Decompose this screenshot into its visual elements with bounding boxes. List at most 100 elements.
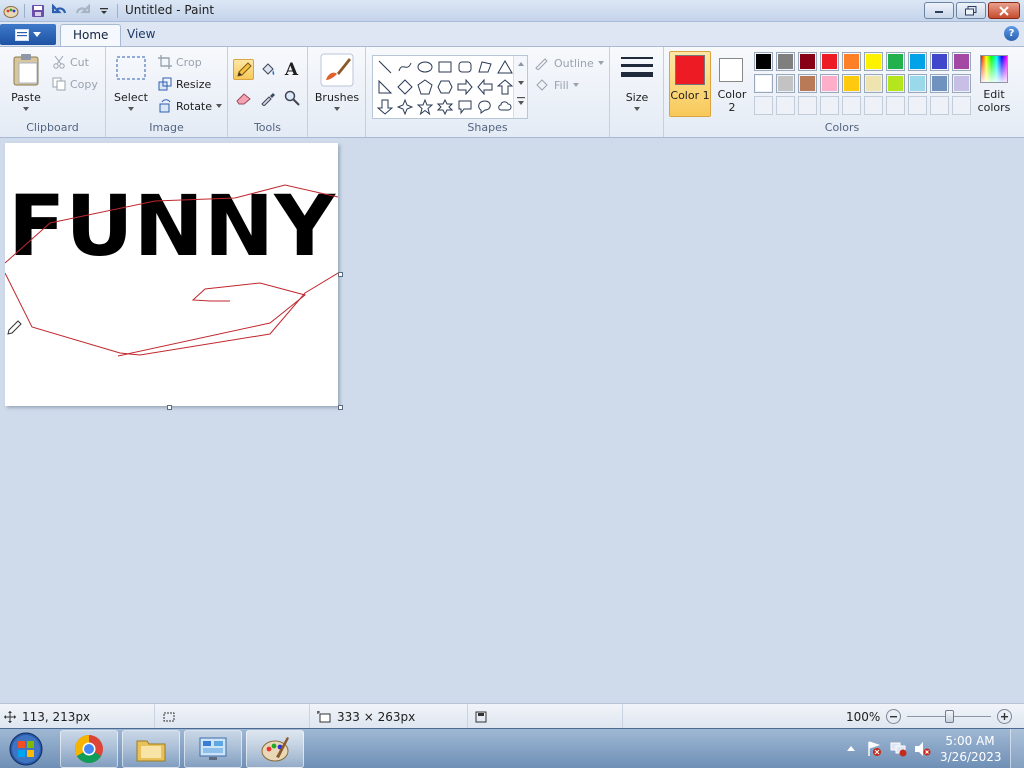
help-icon[interactable]: ? [1004,26,1019,41]
crop-button[interactable]: Crop [158,52,202,72]
volume-muted-icon[interactable] [914,741,932,760]
magnifier-tool[interactable] [281,87,302,108]
shape-triangle[interactable] [495,57,515,77]
canvas-area[interactable]: FUNNY! [0,138,1024,703]
tab-home[interactable]: Home [60,24,122,46]
minimize-button[interactable] [924,2,954,19]
palette-empty-swatch[interactable] [776,96,795,115]
cut-button[interactable]: Cut [52,52,89,72]
palette-color-swatch[interactable] [952,52,971,71]
zoom-in-button[interactable] [997,709,1013,724]
palette-color-swatch[interactable] [886,74,905,93]
shape-six-point-star[interactable] [435,97,455,117]
shape-rectangle[interactable] [435,57,455,77]
shape-diamond[interactable] [395,77,415,97]
outline-button[interactable]: Outline [534,53,604,73]
resize-handle-corner[interactable] [338,405,343,410]
palette-color-swatch[interactable] [930,52,949,71]
palette-color-swatch[interactable] [842,52,861,71]
shape-hexagon[interactable] [435,77,455,97]
color2-button[interactable]: Color 2 [714,51,750,117]
palette-color-swatch[interactable] [864,74,883,93]
system-clock[interactable]: 5:00 AM 3/26/2023 [940,733,1002,765]
redo-icon[interactable] [73,2,91,20]
palette-color-swatch[interactable] [820,74,839,93]
shape-down-arrow[interactable] [375,97,395,117]
shapes-scrollbar[interactable] [513,56,527,118]
taskbar-paint[interactable] [246,730,304,768]
zoom-slider[interactable] [907,709,992,724]
shape-pentagon[interactable] [415,77,435,97]
resize-handle-bottom[interactable] [167,405,172,410]
palette-empty-swatch[interactable] [820,96,839,115]
palette-color-swatch[interactable] [864,52,883,71]
palette-color-swatch[interactable] [798,52,817,71]
palette-empty-swatch[interactable] [930,96,949,115]
palette-color-swatch[interactable] [776,52,795,71]
shape-rounded-callout[interactable] [455,97,475,117]
palette-color-swatch[interactable] [798,74,817,93]
drawing-canvas[interactable]: FUNNY! [5,143,338,406]
copy-button[interactable]: Copy [52,74,98,94]
palette-color-swatch[interactable] [930,74,949,93]
save-icon[interactable] [29,2,47,20]
close-button[interactable] [988,2,1020,19]
shape-oval[interactable] [415,57,435,77]
zoom-out-button[interactable] [886,709,902,724]
palette-color-swatch[interactable] [820,52,839,71]
taskbar-control-panel[interactable] [184,730,242,768]
taskbar-file-explorer[interactable] [122,730,180,768]
start-button[interactable] [6,730,46,768]
fill-button[interactable]: Fill [534,75,579,95]
resize-handle-right[interactable] [338,272,343,277]
palette-color-swatch[interactable] [842,74,861,93]
shape-up-arrow[interactable] [495,77,515,97]
undo-icon[interactable] [51,2,69,20]
rotate-button[interactable]: Rotate [158,96,223,116]
brushes-button[interactable]: Brushes [314,51,360,113]
palette-color-swatch[interactable] [754,52,773,71]
paint-menu-button[interactable] [0,24,56,45]
shape-oval-callout[interactable] [475,97,495,117]
palette-empty-swatch[interactable] [864,96,883,115]
color1-button[interactable]: Color 1 [669,51,711,117]
shape-five-point-star[interactable] [415,97,435,117]
show-hidden-icons-button[interactable] [846,741,856,755]
text-tool[interactable]: A [281,59,302,80]
palette-color-swatch[interactable] [908,52,927,71]
color-picker-tool[interactable] [257,87,278,108]
network-icon[interactable] [890,741,908,760]
taskbar-chrome[interactable] [60,730,118,768]
palette-empty-swatch[interactable] [754,96,773,115]
palette-empty-swatch[interactable] [842,96,861,115]
eraser-tool[interactable] [233,87,254,108]
pencil-tool[interactable] [233,59,254,80]
edit-colors-button[interactable]: Edit colors [974,51,1014,117]
palette-color-swatch[interactable] [754,74,773,93]
shape-cloud-callout[interactable] [495,97,515,117]
shape-left-arrow[interactable] [475,77,495,97]
palette-empty-swatch[interactable] [886,96,905,115]
palette-color-swatch[interactable] [886,52,905,71]
palette-empty-swatch[interactable] [798,96,817,115]
palette-empty-swatch[interactable] [952,96,971,115]
palette-color-swatch[interactable] [908,74,927,93]
palette-color-swatch[interactable] [952,74,971,93]
palette-empty-swatch[interactable] [908,96,927,115]
paste-button[interactable]: Paste [6,51,46,113]
shape-line[interactable] [375,57,395,77]
size-button[interactable]: Size [616,51,658,113]
tab-view[interactable]: View [115,24,167,46]
shape-rounded-rectangle[interactable] [455,57,475,77]
restore-button[interactable] [956,2,986,19]
zoom-slider-thumb[interactable] [945,710,955,723]
palette-color-swatch[interactable] [776,74,795,93]
shape-right-triangle[interactable] [375,77,395,97]
shape-curve[interactable] [395,57,415,77]
shape-four-point-star[interactable] [395,97,415,117]
show-desktop-button[interactable] [1010,729,1024,768]
select-button[interactable]: Select [112,51,150,113]
shape-polygon[interactable] [475,57,495,77]
shape-right-arrow[interactable] [455,77,475,97]
customize-dropdown-icon[interactable] [95,2,113,20]
